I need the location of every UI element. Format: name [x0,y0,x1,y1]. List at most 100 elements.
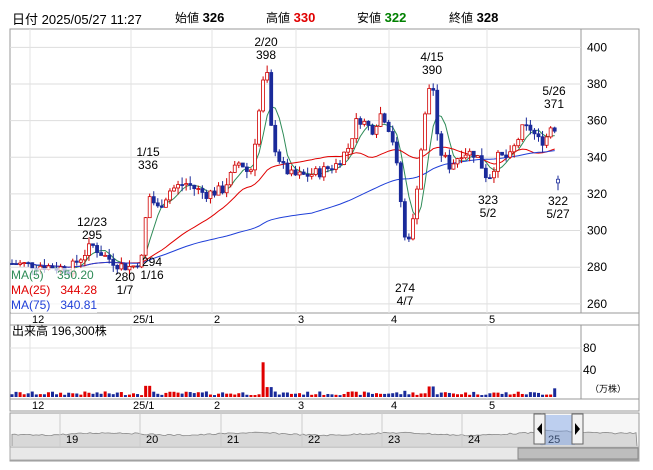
volume-bar [87,392,91,397]
volume-bar [362,391,366,397]
annotation-date: 12/23 [77,215,107,229]
volume-bar [358,394,362,397]
volume-bar [423,393,427,397]
volume-bar [75,393,79,397]
volume-bar [395,392,399,397]
candle-body [99,252,103,256]
volume-bar [346,391,350,397]
annotation-price: 398 [256,48,276,62]
annotation-price: 371 [544,97,564,111]
annotation-date: 1/15 [136,145,160,159]
time-tick-label: 4 [391,314,397,326]
annotation-price: 323 [478,193,498,207]
candle-body [10,263,14,265]
candle-body [394,141,399,164]
candle-body [18,262,23,265]
volume-bar [103,391,107,397]
volume-bar [241,392,245,397]
volume-bar [111,394,115,397]
volume-bar [350,391,354,397]
candle-body [431,88,436,91]
candle-body [277,151,282,162]
volume-tick-80: 80 [583,341,597,355]
candle-body [467,150,472,156]
volume-bar [144,385,148,397]
candle-body [147,196,152,219]
candle-body [350,138,355,149]
candle-body [192,184,197,190]
candle-body [265,72,270,81]
candle-body [451,163,456,170]
price-tick-label: 360 [587,114,607,128]
volume-title: 出来高 196,300株 [12,324,107,338]
volume-bar [188,392,192,397]
volume-bar [168,391,172,397]
candle-body [447,154,452,170]
volume-bar [549,394,553,397]
stock-chart: 19202122232425 4003803603403203002802601… [9,28,640,462]
candle-body [508,151,513,158]
volume-bar [180,393,184,397]
candle-body [212,190,217,196]
candle-body [78,259,83,263]
volume-bar [383,393,387,397]
volume-bar [225,393,229,397]
candle-body [370,125,375,135]
volume-bar [492,392,496,397]
candle-body [180,184,185,186]
candle-body [83,255,87,261]
legend-ma75: MA(75) 340.81 [11,298,97,313]
volume-bar [172,391,176,397]
volume-bar [42,394,46,397]
candle-body [123,263,128,271]
candle-body [398,162,403,203]
volume-bar [107,393,111,397]
candle-body [309,174,314,177]
candle-body [172,187,176,192]
candle-body [321,166,326,178]
candle-body [544,136,549,146]
vol-time-tick-label: 5 [489,400,495,412]
volume-bar [152,391,156,397]
candle-body [135,265,140,268]
volume-bar [34,394,38,397]
candle-body [386,121,391,132]
candle-body [516,139,521,147]
candle-body [119,263,124,270]
candle-body [293,169,298,176]
volume-bar [545,394,549,397]
volume-bar [123,395,127,397]
volume-bar [213,395,216,397]
navigator-scrollbar-thumb[interactable] [517,447,639,460]
volume-bar [59,392,63,397]
price-tick-label: 340 [587,150,607,164]
candle-body [220,185,225,194]
volume-bar [257,394,261,397]
candle-body [95,245,99,254]
volume-bar [229,393,233,397]
volume-bar [399,394,403,397]
volume-bar [302,394,306,397]
volume-bar [508,394,512,397]
volume-bar [464,392,468,397]
volume-bar [443,392,447,397]
candle-body [200,188,205,193]
volume-bar [269,387,273,397]
price-tick-label: 300 [587,224,607,238]
volume-bar [184,391,188,397]
candle-body [406,236,411,240]
candle-body [455,158,460,165]
candle-body [313,168,318,175]
volume-bar [55,394,59,397]
volume-bar [435,394,439,397]
candle-body [228,172,233,186]
volume-bar [289,393,293,397]
volume-bar [427,386,431,397]
candle-body [74,260,79,263]
candle-body [131,265,136,268]
navigator-tick-label: 24 [468,434,480,446]
annotation-price: 294 [142,255,162,269]
candle-body [249,169,253,172]
volume-bar [67,392,71,397]
volume-bar [83,391,87,397]
